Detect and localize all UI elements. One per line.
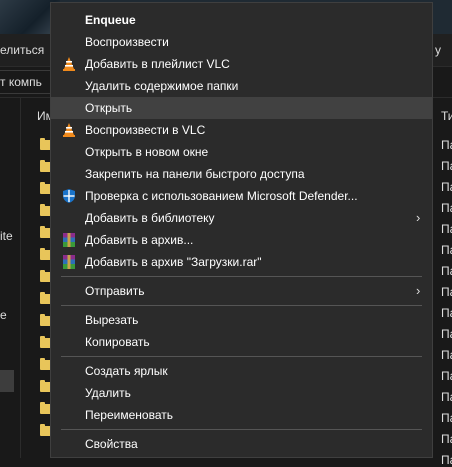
menu-item-label: Создать ярлык (85, 364, 168, 378)
menu-item-label: Проверка с использованием Microsoft Defe… (85, 189, 358, 203)
menu-item-label: Свойства (85, 437, 138, 451)
type-cell: Па (441, 432, 452, 446)
menu-item-scan-defender[interactable]: Проверка с использованием Microsoft Defe… (51, 185, 432, 207)
type-cell: Па (441, 369, 452, 383)
type-cell: Па (441, 306, 452, 320)
menu-item-add-to-vlc-playlist[interactable]: Добавить в плейлист VLC (51, 53, 432, 75)
menu-item-delete[interactable]: Удалить (51, 382, 432, 404)
menu-item-label: Воспроизвести в VLC (85, 123, 206, 137)
defender-shield-icon (63, 189, 75, 203)
nav-item[interactable]: ite (0, 229, 13, 243)
menu-item-label: Вырезать (85, 313, 139, 327)
menu-item-play-in-vlc[interactable]: Воспроизвести в VLC (51, 119, 432, 141)
menu-item-pin-quick-access[interactable]: Закрепить на панели быстрого доступа (51, 163, 432, 185)
winrar-icon (63, 255, 75, 269)
menu-item-label: Отправить (85, 284, 145, 298)
type-cell: Па (441, 453, 452, 467)
menu-item-label: Добавить в архив... (85, 233, 194, 247)
menu-item-label: Удалить (85, 386, 131, 400)
menu-item-label: Копировать (85, 335, 150, 349)
menu-separator (61, 276, 422, 277)
type-cell: Па (441, 138, 452, 152)
context-menu: Enqueue Воспроизвести Добавить в плейлис… (50, 2, 433, 458)
menu-item-add-to-library[interactable]: Добавить в библиотеку › (51, 207, 432, 229)
type-cell: Па (441, 264, 452, 278)
type-cell: Па (441, 201, 452, 215)
menu-item-open-new-window[interactable]: Открыть в новом окне (51, 141, 432, 163)
ribbon-view-tab[interactable]: у (435, 43, 441, 57)
vlc-icon (63, 123, 75, 137)
menu-item-properties[interactable]: Свойства (51, 433, 432, 455)
menu-item-open[interactable]: Открыть (51, 97, 432, 119)
menu-item-label: Открыть (85, 101, 133, 115)
menu-item-label: Воспроизвести (85, 35, 169, 49)
nav-item[interactable]: e (0, 308, 7, 322)
menu-item-label: Удалить содержимое папки (85, 79, 239, 93)
menu-item-copy[interactable]: Копировать (51, 331, 432, 353)
menu-item-label: Добавить в архив "Загрузки.rar" (85, 255, 262, 269)
type-cell: Па (441, 411, 452, 425)
menu-item-send-to[interactable]: Отправить › (51, 280, 432, 302)
menu-item-label: Переименовать (85, 408, 173, 422)
type-cell: Па (441, 327, 452, 341)
menu-separator (61, 429, 422, 430)
chevron-right-icon: › (416, 210, 421, 225)
menu-item-play[interactable]: Воспроизвести (51, 31, 432, 53)
menu-item-label: Добавить в библиотеку (85, 211, 215, 225)
menu-item-create-shortcut[interactable]: Создать ярлык (51, 360, 432, 382)
menu-separator (61, 356, 422, 357)
address-path: т компь (0, 75, 42, 89)
menu-separator (61, 305, 422, 306)
menu-item-label: Добавить в плейлист VLC (85, 57, 230, 71)
chevron-right-icon: › (416, 283, 421, 298)
type-cell: Па (441, 159, 452, 173)
ribbon-share-tab[interactable]: елиться (0, 43, 44, 57)
type-cell: Па (441, 285, 452, 299)
menu-item-label: Enqueue (85, 13, 136, 27)
menu-item-label: Открыть в новом окне (85, 145, 209, 159)
type-cell: Па (441, 243, 452, 257)
type-cell: Па (441, 390, 452, 404)
menu-item-delete-folder-contents[interactable]: Удалить содержимое папки (51, 75, 432, 97)
column-header-type[interactable]: Ти (441, 109, 452, 123)
type-cell: Па (441, 348, 452, 362)
type-column: Ти Па Па Па Па Па Па Па Па Па Па Па Па П… (433, 98, 452, 467)
menu-item-cut[interactable]: Вырезать (51, 309, 432, 331)
navigation-pane: ite e (0, 98, 20, 458)
type-cell: Па (441, 180, 452, 194)
vlc-icon (63, 57, 75, 71)
menu-item-add-to-archive-rar[interactable]: Добавить в архив "Загрузки.rar" (51, 251, 432, 273)
nav-selected-item[interactable] (0, 370, 14, 392)
menu-item-enqueue[interactable]: Enqueue (51, 9, 432, 31)
menu-item-label: Закрепить на панели быстрого доступа (85, 167, 305, 181)
menu-item-add-to-archive[interactable]: Добавить в архив... (51, 229, 432, 251)
winrar-icon (63, 233, 75, 247)
type-cell: Па (441, 222, 452, 236)
menu-item-rename[interactable]: Переименовать (51, 404, 432, 426)
